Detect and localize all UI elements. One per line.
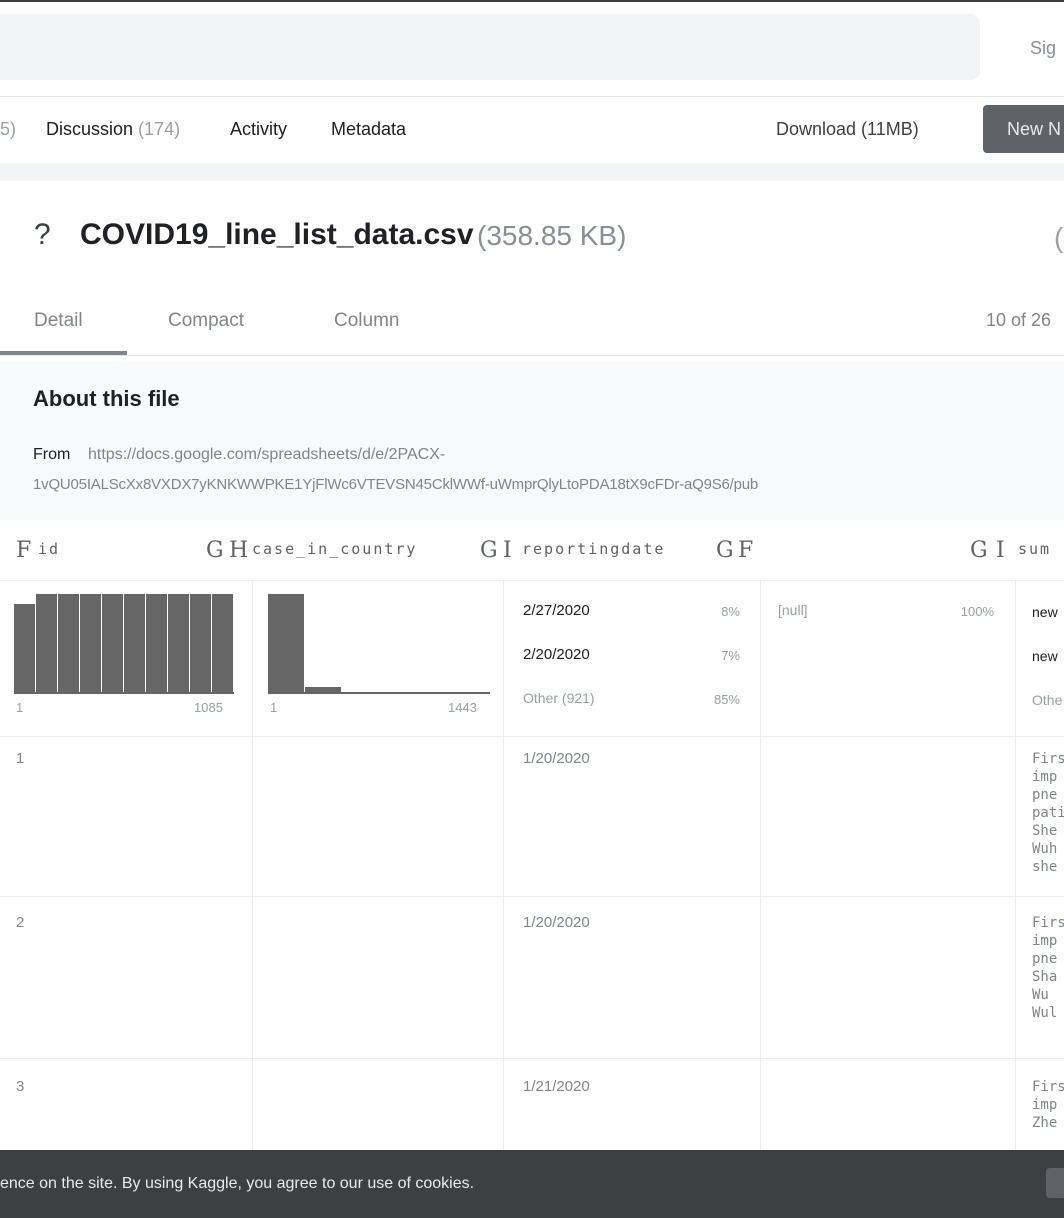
stat-value: new bbox=[1032, 648, 1058, 664]
id-histogram-bar[interactable] bbox=[36, 594, 57, 694]
stats-divider bbox=[0, 736, 1064, 737]
cell-id: 2 bbox=[16, 914, 25, 931]
cell-summary: Firs imp Zhe bbox=[1032, 1079, 1064, 1131]
row-divider bbox=[0, 1058, 1064, 1059]
case-in-country-histogram bbox=[268, 594, 490, 694]
new-notebook-button[interactable]: New N bbox=[983, 105, 1064, 153]
id-histogram-bar[interactable] bbox=[168, 594, 189, 694]
tab-count-partial[interactable]: 5) bbox=[0, 119, 16, 140]
cell-id: 3 bbox=[16, 1078, 25, 1095]
cell-id: 1 bbox=[16, 750, 25, 767]
cell-summary: Firs imp pne pati She Wuh she bbox=[1032, 751, 1064, 875]
cookie-banner-text: ence on the site. By using Kaggle, you a… bbox=[0, 1175, 475, 1192]
stat-value: new bbox=[1032, 604, 1058, 620]
column-page-count: 10 of 26 bbox=[986, 310, 1052, 330]
column-menu-icon[interactable]: G bbox=[970, 538, 988, 563]
cell-reportingdate: 1/20/2020 bbox=[523, 750, 590, 767]
id-histogram-bar[interactable] bbox=[14, 604, 35, 694]
id-histogram-bar[interactable] bbox=[124, 594, 145, 694]
column-header-case-in-country[interactable]: case_in_country bbox=[252, 540, 417, 558]
file-type-icon: ? bbox=[34, 218, 51, 251]
row-divider bbox=[0, 896, 1064, 897]
section-divider bbox=[0, 163, 1064, 181]
stat-percent: 7% bbox=[721, 648, 740, 663]
file-action-partial[interactable]: ( bbox=[1054, 222, 1063, 254]
stat-value-other: Other (921) bbox=[523, 690, 595, 706]
about-title: About this file bbox=[33, 386, 180, 411]
column-divider bbox=[760, 580, 761, 1150]
tab-activity[interactable]: Activity bbox=[230, 119, 287, 140]
column-menu-icon[interactable]: G bbox=[480, 538, 498, 563]
stat-percent: 100% bbox=[960, 604, 994, 619]
case-max: 1443 bbox=[448, 700, 477, 715]
about-source-url-line1[interactable]: https://docs.google.com/spreadsheets/d/e… bbox=[88, 446, 445, 464]
cell-reportingdate: 1/21/2020 bbox=[523, 1078, 590, 1095]
header-divider bbox=[0, 580, 1064, 581]
stat-value-null: [null] bbox=[778, 602, 808, 618]
column-divider bbox=[1015, 580, 1016, 1150]
about-from-label: From bbox=[33, 446, 71, 463]
cell-summary: Firs imp pne Sha Wu Wul bbox=[1032, 915, 1064, 1021]
dataset-tab-bar: 5) Discussion (174) Activity Metadata Do… bbox=[0, 96, 1064, 164]
tab-discussion-count: (174) bbox=[138, 119, 181, 139]
sign-in-link[interactable]: Sig bbox=[1030, 38, 1056, 59]
view-tab-compact[interactable]: Compact bbox=[168, 310, 244, 332]
search-input[interactable] bbox=[0, 14, 980, 80]
view-tab-column[interactable]: Column bbox=[334, 310, 399, 332]
column-header-id[interactable]: id bbox=[38, 540, 60, 558]
column-type-icon: H bbox=[229, 538, 249, 563]
id-histogram-bar[interactable] bbox=[212, 594, 233, 694]
cookie-accept-button[interactable] bbox=[1046, 1168, 1064, 1198]
column-type-icon: F bbox=[16, 538, 32, 563]
column-menu-icon[interactable]: G bbox=[716, 538, 734, 563]
id-histogram-bar[interactable] bbox=[102, 594, 123, 694]
stat-value-other: Othe bbox=[1032, 692, 1063, 708]
column-divider bbox=[503, 580, 504, 1150]
id-histogram bbox=[14, 594, 234, 694]
column-type-icon: I bbox=[996, 538, 1005, 563]
cell-reportingdate: 1/20/2020 bbox=[523, 914, 590, 931]
id-max: 1085 bbox=[194, 700, 223, 715]
stat-value: 2/20/2020 bbox=[523, 646, 590, 663]
download-button[interactable]: Download (11MB) bbox=[776, 119, 919, 140]
about-source-url-line2[interactable]: 1vQU05IALScXx8VXDX7yKNKWWPKE1YjFlWc6VTEV… bbox=[33, 476, 758, 493]
view-tab-detail[interactable]: Detail bbox=[34, 310, 83, 332]
tab-discussion[interactable]: Discussion (174) bbox=[46, 119, 180, 140]
case-histogram-bar[interactable] bbox=[268, 594, 304, 694]
id-histogram-bar[interactable] bbox=[58, 594, 79, 694]
id-min: 1 bbox=[16, 700, 24, 715]
column-type-icon: F bbox=[738, 538, 754, 563]
column-divider bbox=[252, 580, 253, 1150]
column-header-reportingdate[interactable]: reportingdate bbox=[522, 540, 665, 558]
case-min: 1 bbox=[270, 700, 278, 715]
file-size: (358.85 KB) bbox=[477, 220, 627, 251]
id-histogram-bar[interactable] bbox=[190, 594, 211, 694]
stat-value: 2/27/2020 bbox=[523, 602, 590, 619]
column-type-icon: I bbox=[503, 538, 512, 563]
column-header-summary[interactable]: sum bbox=[1018, 540, 1051, 558]
tab-metadata[interactable]: Metadata bbox=[331, 119, 406, 140]
column-menu-icon[interactable]: G bbox=[206, 538, 224, 563]
stat-percent: 8% bbox=[721, 604, 740, 619]
id-histogram-bar[interactable] bbox=[80, 594, 101, 694]
id-histogram-bar[interactable] bbox=[146, 594, 167, 694]
stat-percent: 85% bbox=[713, 692, 740, 707]
tab-divider bbox=[0, 355, 1064, 356]
file-name: COVID19_line_list_data.csv bbox=[80, 218, 474, 251]
tab-discussion-label: Discussion bbox=[46, 119, 134, 139]
